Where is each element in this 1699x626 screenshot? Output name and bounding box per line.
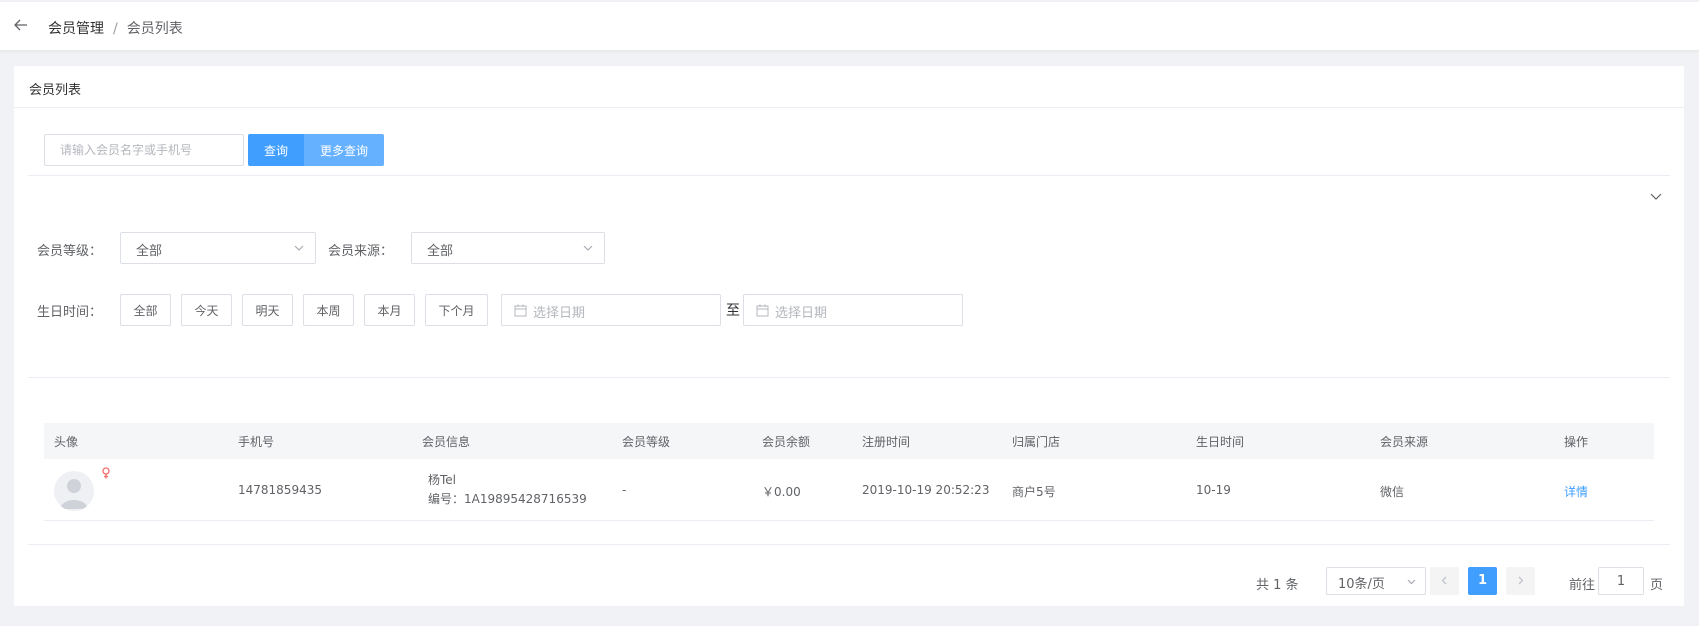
- start-date-placeholder: 选择日期: [533, 306, 586, 321]
- member-store: 商户5号: [1012, 485, 1056, 499]
- top-bar: 会员管理 / 会员列表: [0, 2, 1699, 51]
- page-size-select[interactable]: 10条/页: [1326, 567, 1426, 595]
- member-level-label: 会员等级：: [37, 244, 103, 259]
- table-bottom-divider: [28, 544, 1670, 545]
- breadcrumb: 会员管理 / 会员列表: [48, 18, 183, 38]
- birthday-label: 生日时间：: [37, 305, 103, 320]
- member-number: 编号：1A19895428716539: [428, 492, 587, 506]
- detail-link[interactable]: 详情: [1564, 483, 1588, 500]
- table-header: 头像 手机号 会员信息 会员等级 会员余额 注册时间 归属门店 生日时间 会员来…: [44, 423, 1654, 459]
- birthday-option-this-month[interactable]: 本月: [364, 294, 415, 326]
- col-member-info: 会员信息: [422, 435, 471, 449]
- col-register-time: 注册时间: [862, 435, 911, 449]
- birthday-option-this-week[interactable]: 本周: [303, 294, 354, 326]
- goto-page-input[interactable]: [1598, 567, 1644, 595]
- col-balance: 会员余额: [762, 435, 811, 449]
- page-size-value: 10条/页: [1338, 577, 1385, 592]
- page-number-1[interactable]: 1: [1468, 567, 1497, 595]
- member-phone: 14781859435: [238, 483, 322, 497]
- filter-divider: [28, 377, 1670, 378]
- member-name: 杨Tel: [428, 473, 457, 487]
- date-range-separator: 至: [726, 303, 740, 319]
- chevron-down-icon: [583, 245, 593, 251]
- member-source-value: 全部: [427, 244, 454, 259]
- next-page-button[interactable]: [1506, 567, 1535, 595]
- col-birthday: 生日时间: [1196, 435, 1245, 449]
- member-list-card: 会员列表 查询 更多查询 会员等级： 全部 会员来源： 全部 生日时间： 全部 …: [14, 66, 1684, 606]
- member-level: -: [622, 483, 627, 497]
- end-date-picker[interactable]: 选择日期: [743, 294, 963, 326]
- query-button[interactable]: 查询: [248, 134, 304, 166]
- calendar-icon: [514, 304, 527, 317]
- title-divider: [14, 107, 1684, 108]
- chevron-down-icon: [294, 245, 304, 251]
- member-source-label: 会员来源：: [328, 244, 394, 259]
- breadcrumb-separator: /: [113, 21, 118, 37]
- chevron-right-icon: [1518, 576, 1524, 585]
- table-row: 14781859435 杨Tel 编号：1A19895428716539 - ￥…: [44, 459, 1654, 521]
- breadcrumb-current: 会员列表: [126, 21, 183, 37]
- prev-page-button[interactable]: [1430, 567, 1459, 595]
- chevron-left-icon: [1441, 576, 1447, 585]
- member-birthday: 10-19: [1196, 483, 1231, 497]
- birthday-option-all[interactable]: 全部: [120, 294, 171, 326]
- birthday-option-tomorrow[interactable]: 明天: [242, 294, 293, 326]
- chevron-down-icon[interactable]: [1648, 188, 1664, 204]
- search-divider: [28, 175, 1670, 176]
- member-level-value: 全部: [136, 244, 163, 259]
- female-icon: [102, 467, 110, 479]
- avatar: [54, 471, 94, 511]
- end-date-placeholder: 选择日期: [775, 306, 828, 321]
- page-suffix-label: 页: [1650, 578, 1664, 593]
- register-time: 2019-10-19 20:52:23: [862, 483, 990, 497]
- more-query-button[interactable]: 更多查询: [304, 134, 384, 166]
- member-balance: ￥0.00: [762, 485, 801, 499]
- user-icon: [60, 479, 88, 509]
- col-avatar: 头像: [54, 435, 79, 449]
- goto-label: 前往: [1569, 578, 1596, 593]
- member-source: 微信: [1380, 485, 1405, 499]
- col-member-level: 会员等级: [622, 435, 671, 449]
- calendar-icon: [756, 304, 769, 317]
- col-phone: 手机号: [238, 435, 275, 449]
- member-source-select[interactable]: 全部: [411, 232, 605, 264]
- col-action: 操作: [1564, 435, 1589, 449]
- col-store: 归属门店: [1012, 435, 1061, 449]
- breadcrumb-parent[interactable]: 会员管理: [48, 21, 104, 37]
- search-input[interactable]: [44, 134, 244, 166]
- chevron-down-icon: [1407, 579, 1416, 585]
- pagination-total: 共 1 条: [1256, 578, 1299, 593]
- card-title: 会员列表: [29, 83, 82, 98]
- member-level-select[interactable]: 全部: [120, 232, 316, 264]
- back-arrow-icon[interactable]: [12, 16, 30, 34]
- birthday-option-next-month[interactable]: 下个月: [425, 294, 488, 326]
- birthday-option-today[interactable]: 今天: [181, 294, 232, 326]
- col-source: 会员来源: [1380, 435, 1429, 449]
- start-date-picker[interactable]: 选择日期: [501, 294, 721, 326]
